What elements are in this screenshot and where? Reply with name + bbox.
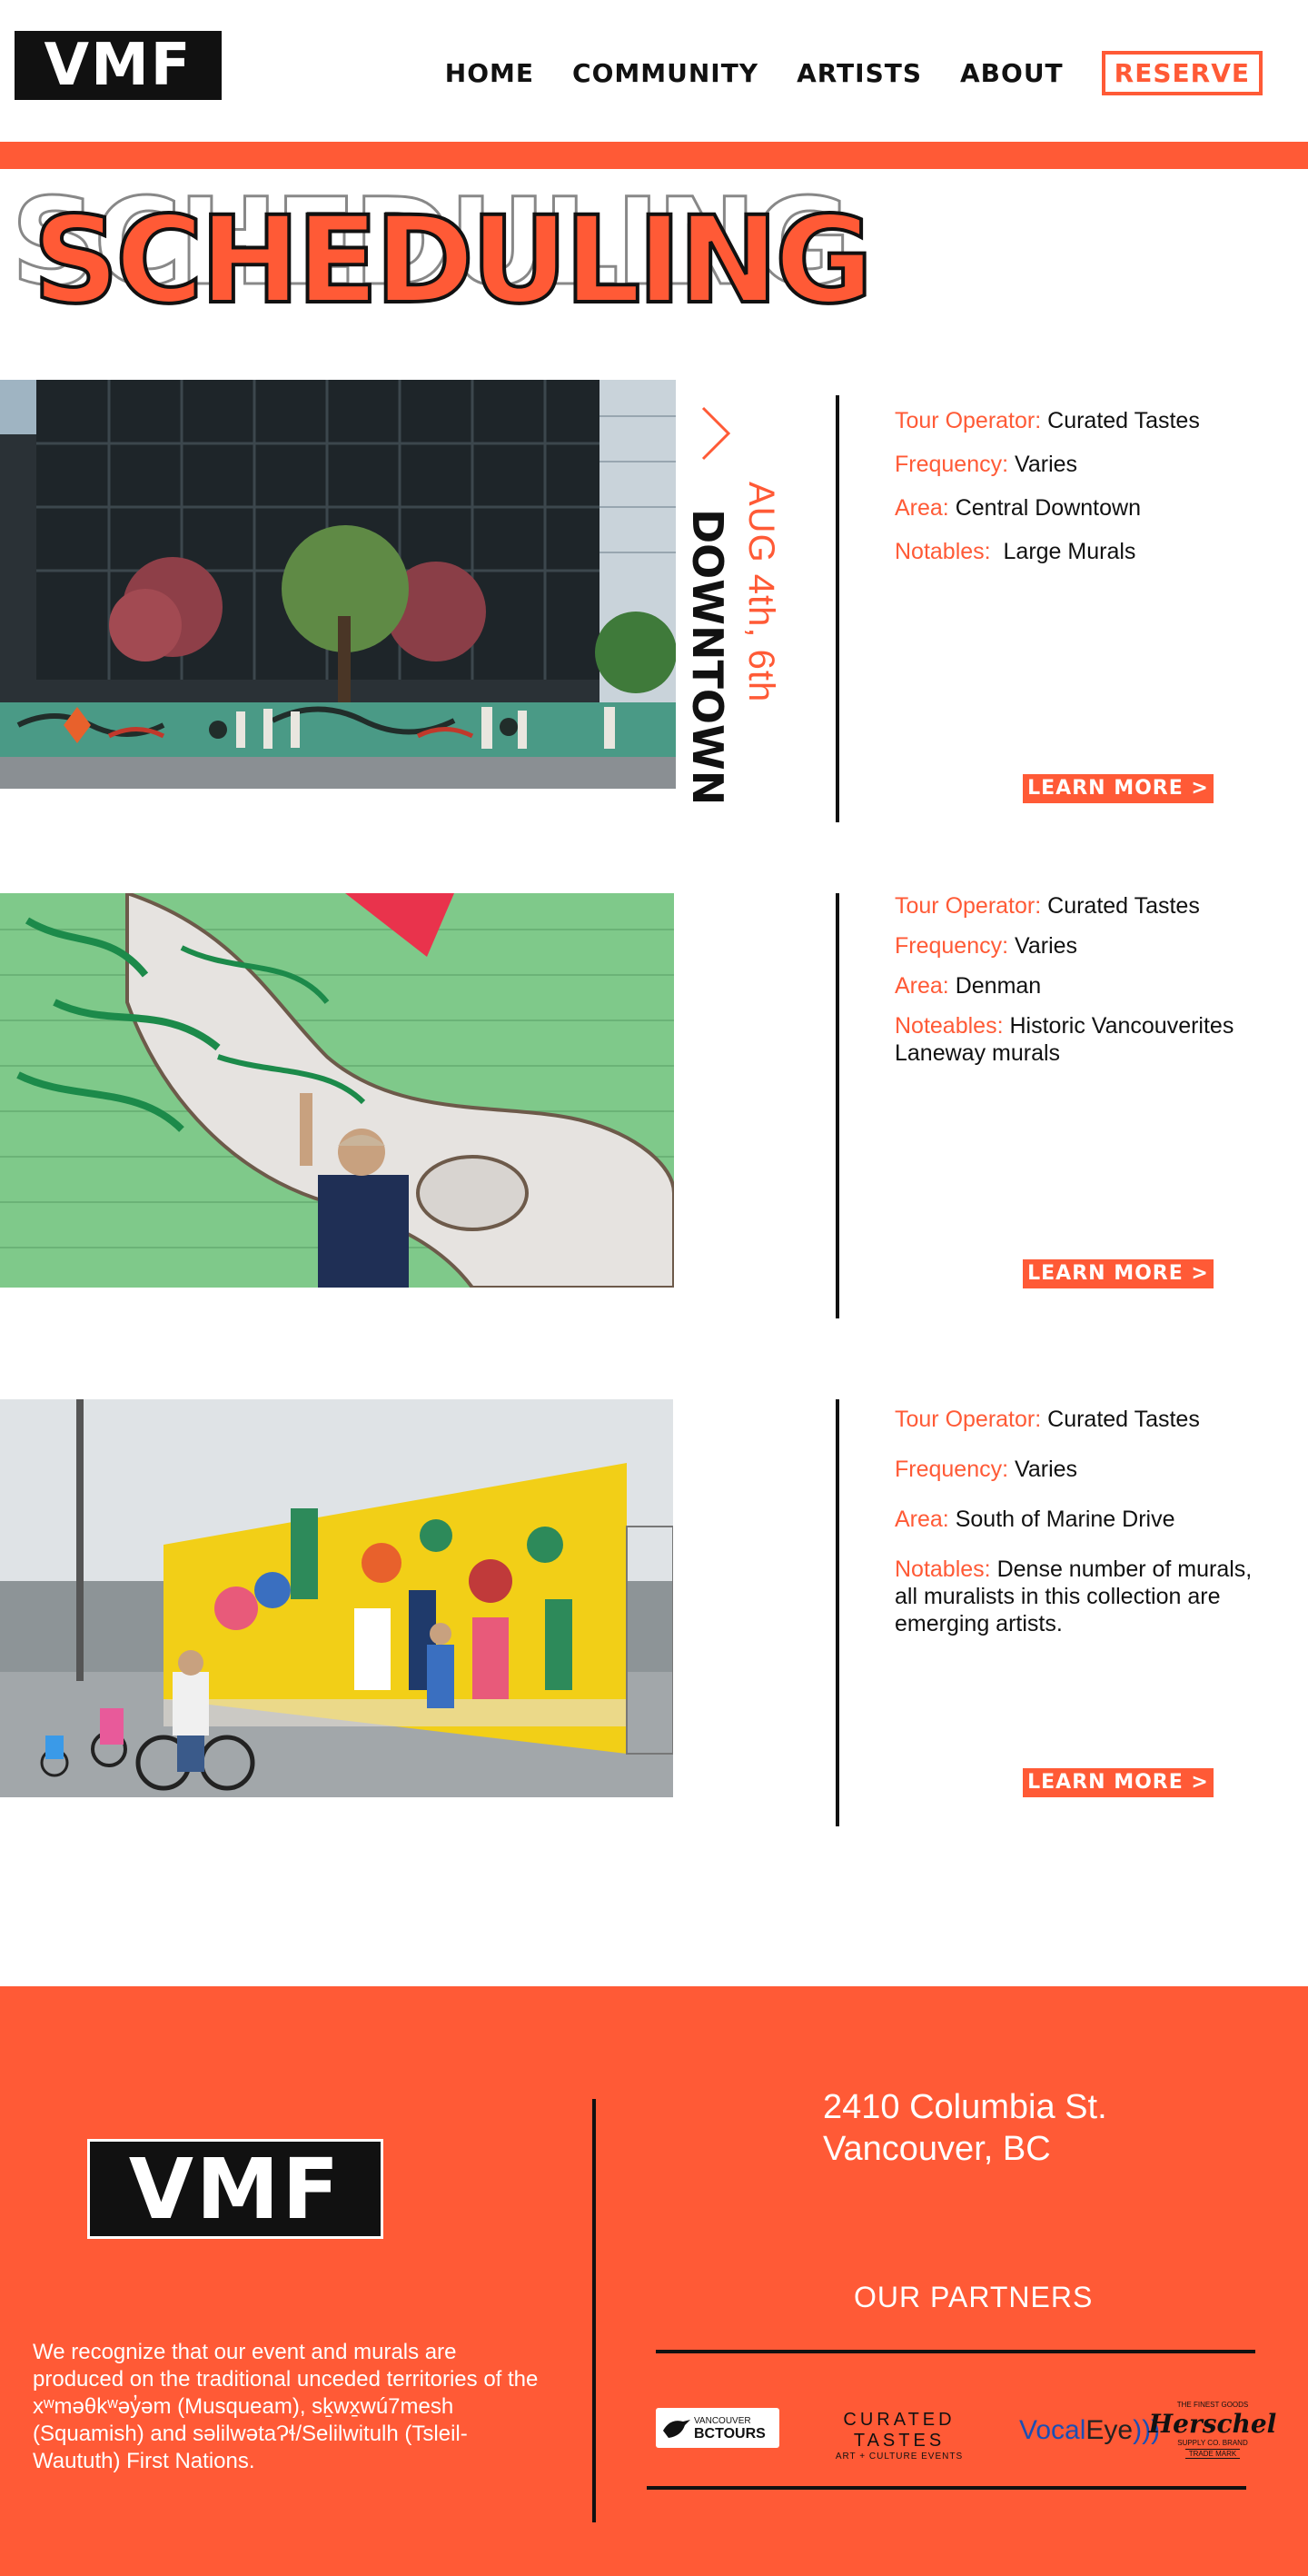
tour-info-1: Tour Operator: Curated Tastes Frequency:… [895,407,1258,582]
site-header: VMF HOME COMMUNITY ARTISTS ABOUT RESERVE [0,0,1308,142]
footer-logo[interactable]: VMF [87,2139,383,2239]
tour-photo-downtown [0,380,676,789]
featured-date: AUG 4th, 6th [741,482,781,703]
partner-herschel[interactable]: THE FINEST GOODS Herschel SUPPLY CO. BRA… [1149,2393,1276,2466]
partners-title: OUR PARTNERS [854,2281,1094,2313]
address: 2410 Columbia St. Vancouver, BC [823,2086,1107,2170]
land-acknowledgement: We recognize that our event and murals a… [33,2340,539,2473]
site-footer: VMF We recognize that our event and mura… [0,1986,1308,2576]
tour-operator-row: Tour Operator: Curated Tastes [895,1407,1200,1432]
frequency-row: Frequency: Varies [895,933,1078,959]
tour-divider [836,395,839,822]
page-title: SCHEDULING [31,189,875,333]
nav-home[interactable]: HOME [445,58,534,88]
tour-info-3: Tour Operator: Curated Tastes Frequency:… [895,1406,1258,1654]
frequency-row: Frequency: Varies [895,452,1078,477]
learn-more-button[interactable]: LEARN MORE > [1023,1259,1214,1288]
footer-logo-text: VMF [128,2140,342,2238]
site-logo[interactable]: VMF [15,31,222,100]
partners-bottom-rule [647,2486,1246,2490]
tour-photo-marine-drive [0,1399,673,1797]
learn-more-button[interactable]: LEARN MORE > [1023,774,1214,803]
partner-curated-tastes[interactable]: CURATED TASTES ART + CULTURE EVENTS [799,2410,999,2462]
logo-text: VMF [44,32,193,99]
raven-icon [663,2420,690,2438]
header-accent-bar [0,142,1308,169]
partners-top-rule [656,2350,1255,2353]
notables-row: Notables: Dense number of murals, all mu… [895,1557,1253,1636]
reserve-button[interactable]: RESERVE [1101,51,1263,95]
tour-operator-row: Tour Operator: Curated Tastes [895,893,1200,919]
tour-divider [836,893,839,1318]
address-line-2: Vancouver, BC [823,2130,1051,2168]
nav-about[interactable]: ABOUT [960,58,1064,88]
notables-row: Notables: Large Murals [895,539,1136,564]
area-row: Area: Denman [895,973,1042,999]
learn-more-button[interactable]: LEARN MORE > [1023,1768,1214,1797]
notables-row: Noteables: Historic Vancouverites Lanewa… [895,1013,1234,1066]
chevron-right-icon[interactable] [698,404,734,462]
main-nav: HOME COMMUNITY ARTISTS ABOUT RESERVE [407,51,1263,95]
page-title-block: SCHEDULING SCHEDULING [0,172,908,333]
featured-place: DOWNTOWN [683,509,732,806]
footer-divider [592,2099,596,2522]
nav-community[interactable]: COMMUNITY [572,58,758,88]
partner-vocaleye[interactable]: Vocal Eye))) [1019,2415,1160,2446]
tour-divider [836,1399,839,1826]
tour-info-2: Tour Operator: Curated Tastes Frequency:… [895,892,1258,1083]
frequency-row: Frequency: Varies [895,1457,1078,1482]
tour-photo-denman [0,893,674,1288]
partner-vancouver-bc-tours[interactable]: VANCOUVER BCTOURS [656,2408,779,2448]
nav-artists[interactable]: ARTISTS [797,58,922,88]
area-row: Area: South of Marine Drive [895,1507,1175,1532]
area-row: Area: Central Downtown [895,495,1141,521]
address-line-1: 2410 Columbia St. [823,2088,1107,2126]
tour-operator-row: Tour Operator: Curated Tastes [895,408,1200,433]
partners-logos: VANCOUVER BCTOURS CURATED TASTES ART + C… [656,2393,1276,2466]
